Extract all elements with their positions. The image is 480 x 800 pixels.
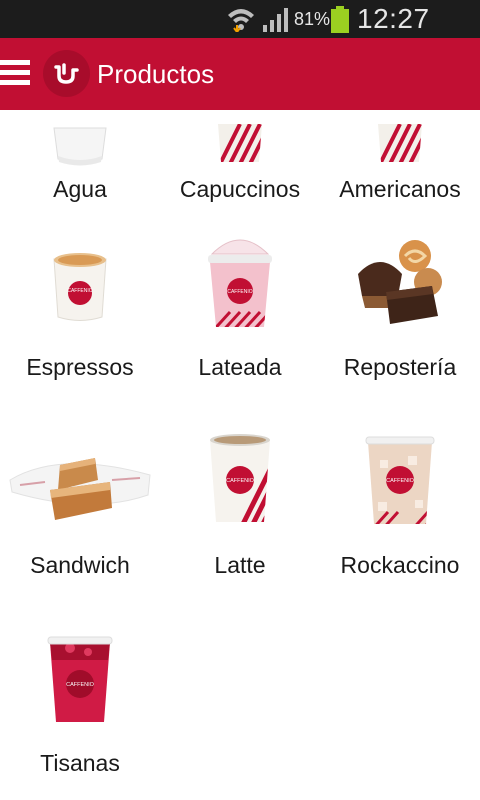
product-item-sandwich[interactable]: Sandwich	[0, 420, 160, 618]
product-item-tisanas[interactable]: CAFFENIO Tisanas	[0, 618, 160, 800]
product-item-lateada[interactable]: CAFFENIO Lateada	[160, 222, 320, 420]
product-label: Espressos	[26, 354, 134, 380]
product-item-reposteria[interactable]: Repostería	[320, 222, 480, 420]
svg-text:CAFFENIO: CAFFENIO	[227, 289, 252, 295]
tisana-cup-icon: CAFFENIO	[0, 618, 160, 743]
signal-icon	[263, 8, 288, 32]
capuccino-cup-icon	[160, 110, 320, 169]
water-cup-icon	[0, 110, 160, 169]
rockaccino-cup-icon: CAFFENIO	[320, 420, 480, 545]
product-label: Sandwich	[30, 552, 130, 578]
product-label: Latte	[214, 552, 266, 578]
pastries-icon	[320, 222, 480, 347]
wifi-icon	[228, 9, 254, 32]
svg-text:CAFFENIO: CAFFENIO	[67, 288, 92, 294]
product-label: Tisanas	[40, 750, 120, 776]
product-item-espressos[interactable]: CAFFENIO Espressos	[0, 222, 160, 420]
svg-text:CAFFENIO: CAFFENIO	[226, 478, 255, 484]
product-label: Capuccinos	[179, 176, 301, 202]
product-item-rockaccino[interactable]: CAFFENIO Rockaccino	[320, 420, 480, 618]
latte-cup-icon: CAFFENIO	[160, 420, 320, 545]
product-grid: Agua Capuccinos Americanos CAFFENIO Espr…	[0, 110, 480, 800]
battery-icon	[331, 6, 349, 33]
sandwich-icon	[0, 420, 160, 545]
page-title: Productos	[97, 59, 215, 89]
svg-text:CAFFENIO: CAFFENIO	[386, 478, 415, 484]
espresso-cup-icon: CAFFENIO	[0, 222, 160, 347]
product-label: Agua	[53, 176, 107, 202]
svg-text:CAFFENIO: CAFFENIO	[66, 682, 95, 688]
product-item-latte[interactable]: CAFFENIO Latte	[160, 420, 320, 618]
lateada-cup-icon: CAFFENIO	[160, 222, 320, 347]
product-label: Rockaccino	[340, 552, 460, 578]
battery-percent: 81%	[294, 9, 331, 29]
status-bar: 81% 12:27 PM	[0, 0, 480, 66]
americano-cup-icon	[320, 110, 480, 169]
app-bar: Productos	[0, 38, 480, 110]
product-label: Repostería	[343, 354, 457, 380]
product-label: Americanos	[339, 176, 461, 202]
menu-icon[interactable]	[0, 60, 32, 88]
product-label: Lateada	[198, 354, 282, 380]
caffenio-logo-icon[interactable]	[43, 50, 90, 97]
